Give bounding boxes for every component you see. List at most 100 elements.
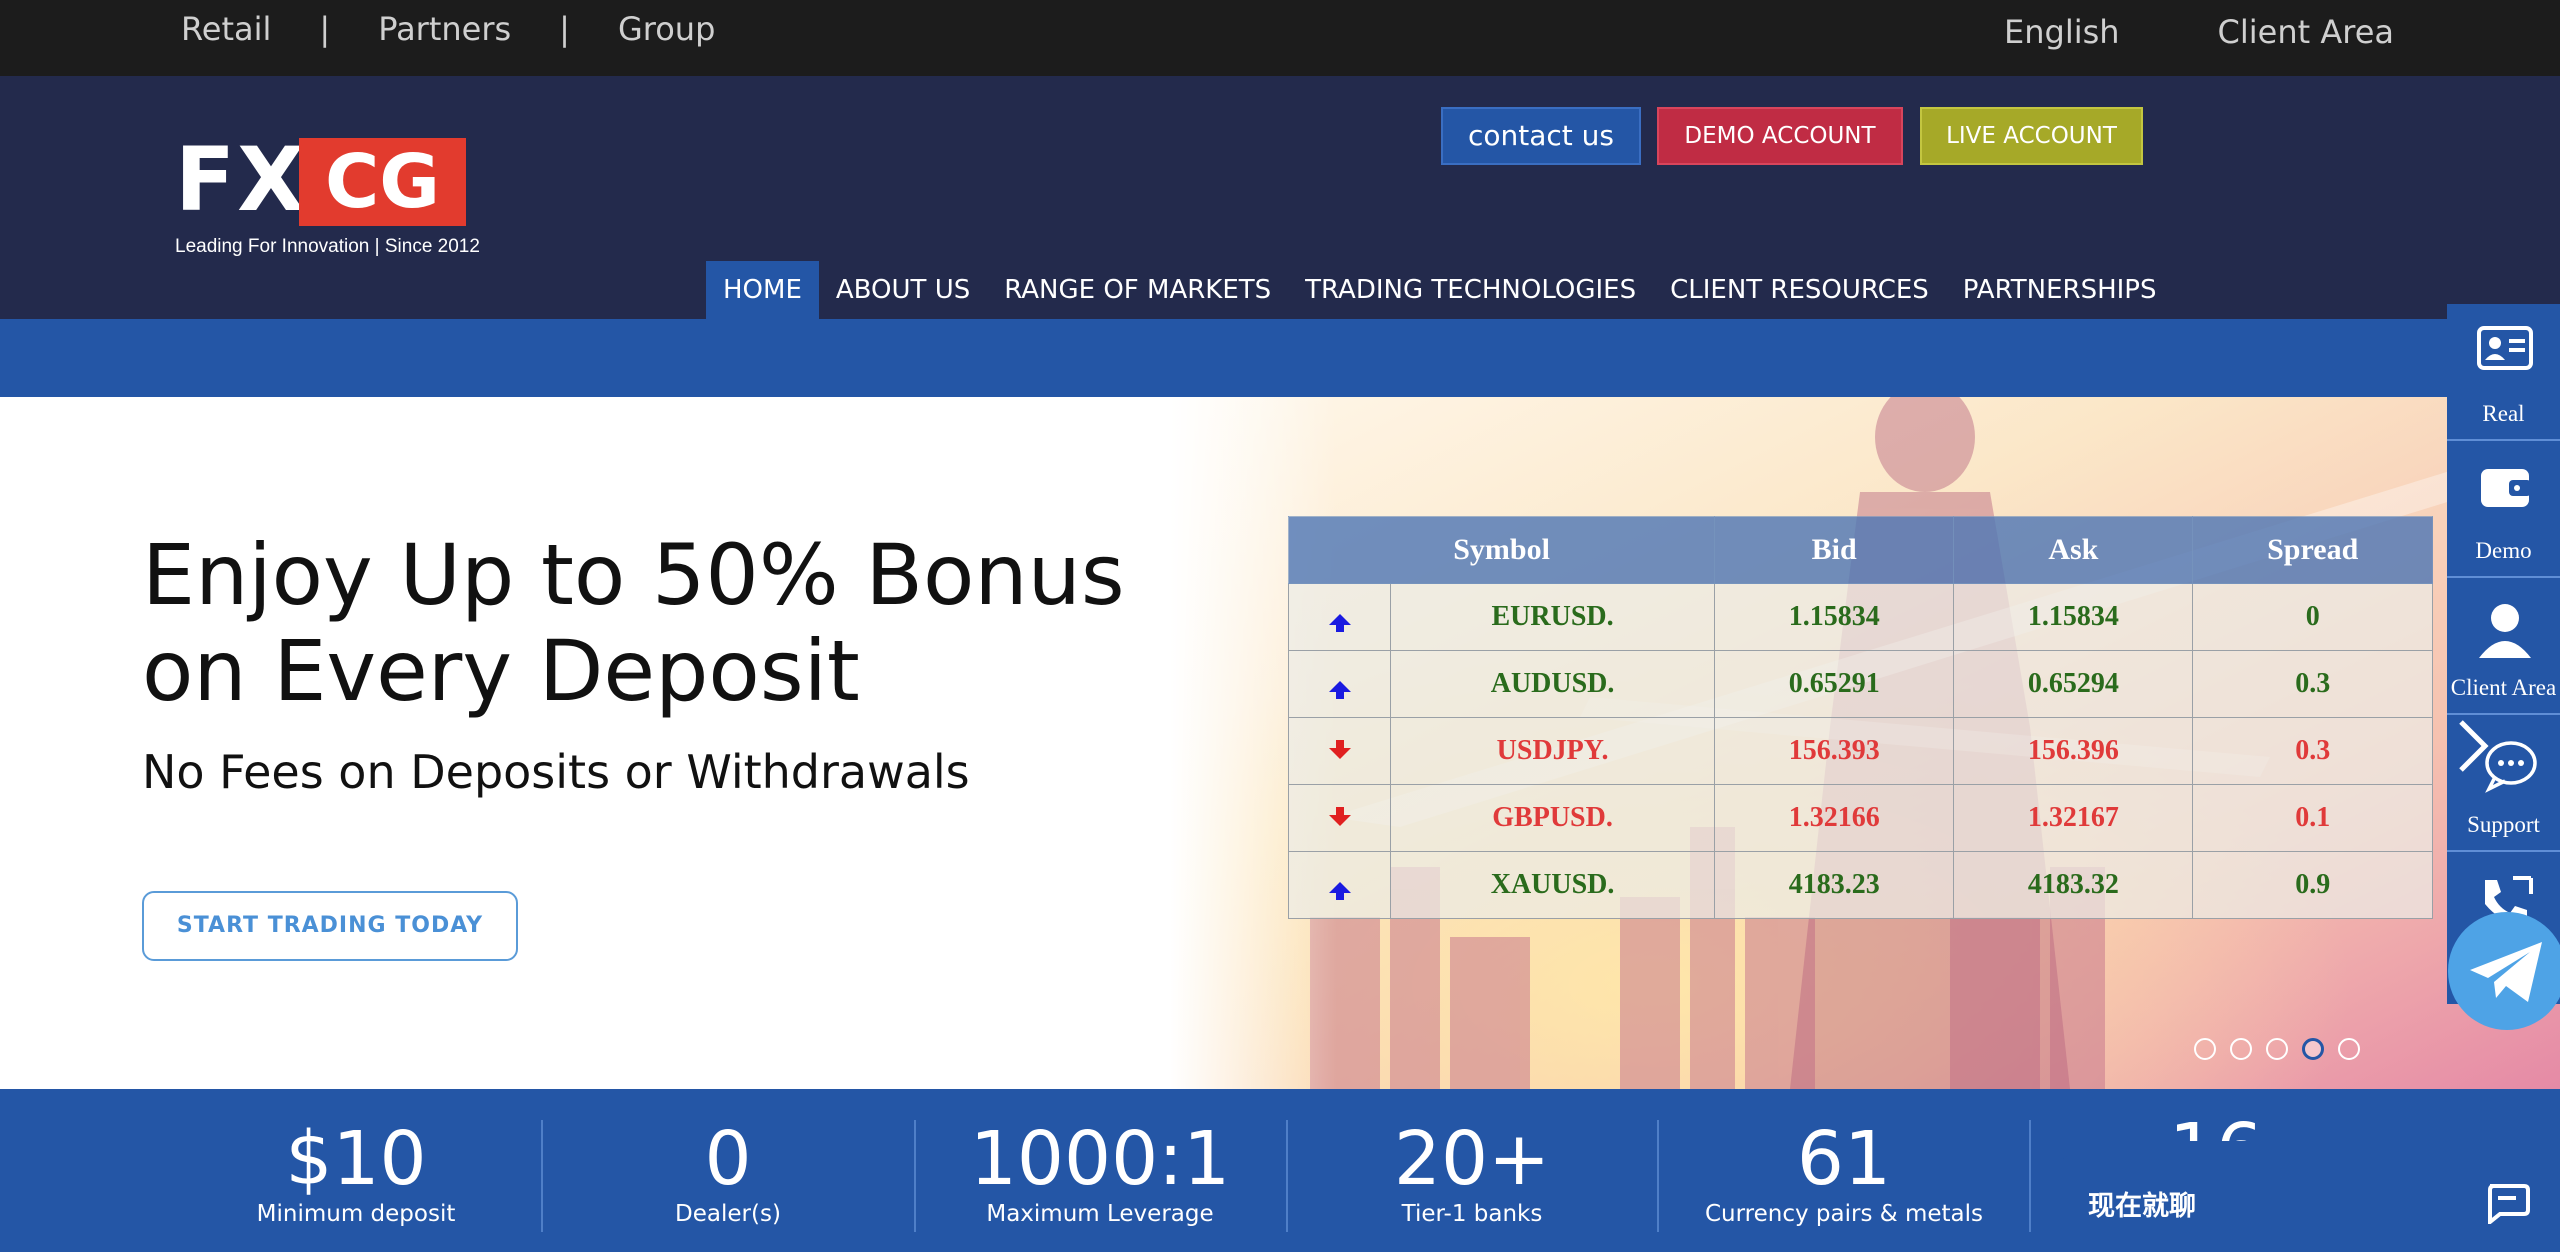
separator: | (559, 10, 570, 48)
stat-value: 61 (1796, 1116, 1892, 1202)
stat-tier1-banks: 20+ Tier-1 banks (1286, 1119, 1658, 1227)
nav-range-of-markets[interactable]: RANGE OF MARKETS (987, 261, 1288, 319)
telegram-icon (2470, 942, 2542, 1002)
col-bid: Bid (1714, 516, 1955, 584)
live-account-button[interactable]: LIVE ACCOUNT (1920, 107, 2143, 165)
nav-trading-technologies[interactable]: TRADING TECHNOLOGIES (1288, 261, 1653, 319)
hero-headline: Enjoy Up to 50% Bonus on Every Deposit (142, 526, 1125, 720)
quotes-header-row: Symbol Bid Ask Spread (1287, 516, 2433, 584)
slider-dot-active[interactable] (2302, 1038, 2324, 1060)
spread-cell: 0.3 (2192, 717, 2433, 785)
logo[interactable]: FX CG Leading For Innovation | Since 201… (175, 136, 480, 336)
language-selector[interactable]: English (2004, 13, 2120, 51)
bid-cell: 1.32166 (1714, 784, 1955, 852)
col-ask: Ask (1953, 516, 2194, 584)
nav-about-us[interactable]: ABOUT US (819, 261, 987, 319)
telegram-button[interactable] (2448, 912, 2560, 1030)
stat-minimum-deposit: $10 Minimum deposit (170, 1119, 542, 1227)
stat-max-leverage: 1000:1 Maximum Leverage (914, 1119, 1286, 1227)
stat-dealers: 0 Dealer(s) (542, 1119, 914, 1227)
float-client-area[interactable]: Client Area (2447, 578, 2560, 715)
trend-cell (1288, 851, 1391, 919)
logo-tagline: Leading For Innovation | Since 2012 (175, 236, 480, 257)
nav-partnerships[interactable]: PARTNERSHIPS (1946, 261, 2174, 319)
slider-dots (2194, 1038, 2374, 1060)
wallet-icon (2481, 469, 2531, 507)
ask-cell: 4183.32 (1953, 851, 2194, 919)
stat-value: 1000:1 (969, 1116, 1231, 1202)
bid-cell: 0.65291 (1714, 650, 1955, 718)
slider-dot[interactable] (2230, 1038, 2252, 1060)
trend-cell (1288, 583, 1391, 651)
sub-band (0, 319, 2560, 397)
slider-dot[interactable] (2266, 1038, 2288, 1060)
arrow-up-icon (1328, 681, 1351, 699)
table-row: EURUSD. 1.15834 1.15834 0 (1288, 583, 2433, 651)
ask-cell: 1.15834 (1953, 583, 2194, 651)
symbol-cell: XAUUSD. (1389, 851, 1716, 919)
live-chat-widget[interactable]: 现在就聊 (2060, 1154, 2560, 1252)
client-area-link[interactable]: Client Area (2218, 13, 2394, 51)
slider-dot[interactable] (2338, 1038, 2360, 1060)
symbol-cell: AUDUSD. (1389, 650, 1716, 718)
slider-dot[interactable] (2194, 1038, 2216, 1060)
float-label: Support (2467, 812, 2540, 837)
quotes-table: Symbol Bid Ask Spread EURUSD. 1.15834 1.… (1287, 516, 2433, 919)
symbol-cell: USDJPY. (1389, 717, 1716, 785)
trend-cell (1288, 717, 1391, 785)
demo-account-button[interactable]: DEMO ACCOUNT (1657, 107, 1903, 165)
stat-value: $10 (285, 1116, 427, 1202)
ask-cell: 156.396 (1953, 717, 2194, 785)
arrow-up-icon (1328, 614, 1351, 632)
stat-label: Currency pairs & metals (1704, 1201, 1984, 1227)
col-spread: Spread (2192, 516, 2433, 584)
trend-cell (1288, 784, 1391, 852)
float-demo[interactable]: Demo (2447, 441, 2560, 578)
stat-value: 16 (2030, 1111, 2402, 1141)
trend-cell (1288, 650, 1391, 718)
chat-label: 现在就聊 (2088, 1191, 2196, 1222)
stat-currency-pairs: 61 Currency pairs & metals (1658, 1119, 2030, 1227)
spread-cell: 0.1 (2192, 784, 2433, 852)
arrow-down-icon (1328, 807, 1351, 826)
user-icon (2479, 604, 2531, 658)
stat-label: Tier-1 banks (1401, 1201, 1543, 1227)
col-symbol: Symbol (1287, 516, 1716, 584)
arrow-down-icon (1328, 740, 1351, 759)
symbol-cell: GBPUSD. (1389, 784, 1716, 852)
link-retail[interactable]: Retail (181, 10, 271, 48)
floating-side-menu: Real Demo Client Area Support (2447, 304, 2560, 1004)
bid-cell: 4183.23 (1714, 851, 1955, 919)
nav-home[interactable]: HOME (706, 261, 819, 319)
contact-us-button[interactable]: contact us (1441, 107, 1641, 165)
table-row: AUDUSD. 0.65291 0.65294 0.3 (1288, 650, 2433, 718)
start-trading-button[interactable]: START TRADING TODAY (142, 891, 518, 961)
chat-icon (2488, 1184, 2530, 1224)
top-bar: Retail | Partners | Group English Client… (0, 0, 2560, 76)
float-real[interactable]: Real (2447, 304, 2560, 441)
link-partners[interactable]: Partners (378, 10, 511, 48)
stat-value: 20+ (1393, 1116, 1551, 1202)
ask-cell: 0.65294 (1953, 650, 2194, 718)
stat-label: Minimum deposit (256, 1201, 456, 1227)
chevron-right-icon[interactable] (2455, 716, 2495, 776)
stat-label: Maximum Leverage (986, 1201, 1214, 1227)
stat-label: Dealer(s) (675, 1201, 781, 1227)
table-row: USDJPY. 156.393 156.396 0.3 (1288, 717, 2433, 785)
site-header: FX CG Leading For Innovation | Since 201… (0, 76, 2560, 319)
bid-cell: 1.15834 (1714, 583, 1955, 651)
table-row: GBPUSD. 1.32166 1.32167 0.1 (1288, 784, 2433, 852)
logo-cg: CG (299, 138, 466, 226)
float-label: Client Area (2450, 675, 2557, 700)
separator: | (319, 10, 331, 48)
bid-cell: 156.393 (1714, 717, 1955, 785)
float-label: Demo (2475, 538, 2532, 563)
segment-links: Retail | Partners | Group (181, 10, 715, 48)
nav-client-resources[interactable]: CLIENT RESOURCES (1653, 261, 1946, 319)
arrow-up-icon (1328, 882, 1351, 900)
hero-subheadline: No Fees on Deposits or Withdrawals (142, 745, 970, 799)
stat-partial: 16 (2030, 1071, 2402, 1141)
link-group[interactable]: Group (618, 10, 715, 48)
spread-cell: 0 (2192, 583, 2433, 651)
utility-links: English Client Area (1906, 13, 2394, 51)
